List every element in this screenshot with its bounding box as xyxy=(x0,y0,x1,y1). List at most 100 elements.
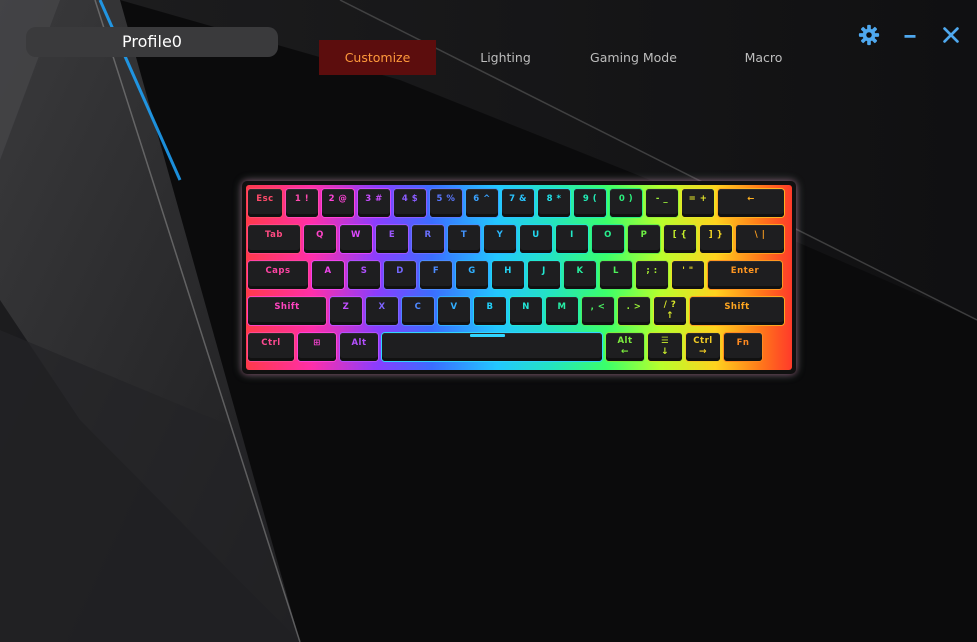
key-label: W xyxy=(351,230,361,240)
key-b[interactable]: B xyxy=(474,297,506,325)
gear-icon xyxy=(858,24,880,46)
key-m[interactable]: M xyxy=(546,297,578,325)
key-w[interactable]: W xyxy=(340,225,372,253)
key-sublabel: ↓ xyxy=(660,347,670,357)
key-p[interactable]: P xyxy=(628,225,660,253)
key-label: B xyxy=(486,302,494,312)
key-lbracket[interactable]: [ { xyxy=(664,225,696,253)
key-y[interactable]: Y xyxy=(484,225,516,253)
key-t[interactable]: T xyxy=(448,225,480,253)
key-5[interactable]: 5 % xyxy=(430,189,462,217)
key-label: / ? xyxy=(663,300,677,310)
tab-lighting[interactable]: Lighting xyxy=(447,40,564,75)
key-q[interactable]: Q xyxy=(304,225,336,253)
key-o[interactable]: O xyxy=(592,225,624,253)
key-label: E xyxy=(388,230,396,240)
key-equal[interactable]: = + xyxy=(682,189,714,217)
key-label: Shift xyxy=(724,302,750,312)
key-label: U xyxy=(532,230,540,240)
key-enter[interactable]: Enter xyxy=(708,261,782,289)
key-label: Caps xyxy=(265,266,291,276)
key-label: 1 ! xyxy=(294,194,310,204)
key-3[interactable]: 3 # xyxy=(358,189,390,217)
key-lshift[interactable]: Shift xyxy=(248,297,326,325)
key-h[interactable]: H xyxy=(492,261,524,289)
key-period[interactable]: . > xyxy=(618,297,650,325)
key-f[interactable]: F xyxy=(420,261,452,289)
tab-macro[interactable]: Macro xyxy=(705,40,822,75)
settings-button[interactable] xyxy=(857,24,881,48)
key-z[interactable]: Z xyxy=(330,297,362,325)
profile-selector[interactable]: Profile0 xyxy=(26,27,278,57)
key-space[interactable] xyxy=(382,333,602,361)
key-label: 6 ^ xyxy=(473,194,491,204)
key-n[interactable]: N xyxy=(510,297,542,325)
key-lalt[interactable]: Alt xyxy=(340,333,378,361)
key-r[interactable]: R xyxy=(412,225,444,253)
key-4[interactable]: 4 $ xyxy=(394,189,426,217)
key-label: ☰ xyxy=(660,336,670,346)
key-v[interactable]: V xyxy=(438,297,470,325)
key-label: O xyxy=(604,230,612,240)
key-l[interactable]: L xyxy=(600,261,632,289)
key-backspace[interactable]: ← xyxy=(718,189,784,217)
key-label: 4 $ xyxy=(401,194,419,204)
key-2[interactable]: 2 @ xyxy=(322,189,354,217)
key-d[interactable]: D xyxy=(384,261,416,289)
key-label: R xyxy=(424,230,432,240)
key-1[interactable]: 1 ! xyxy=(286,189,318,217)
key-ralt[interactable]: Alt ← xyxy=(606,333,644,361)
tab-customize[interactable]: Customize xyxy=(319,40,436,75)
key-quote[interactable]: ' " xyxy=(672,261,704,289)
key-caps[interactable]: Caps xyxy=(248,261,308,289)
key-label: M xyxy=(557,302,567,312)
key-backslash[interactable]: \ | xyxy=(736,225,784,253)
key-label: Z xyxy=(342,302,350,312)
key-tab[interactable]: Tab xyxy=(248,225,300,253)
key-label: F xyxy=(432,266,440,276)
tab-gaming-mode[interactable]: Gaming Mode xyxy=(575,40,692,75)
key-label: Tab xyxy=(264,230,284,240)
key-i[interactable]: I xyxy=(556,225,588,253)
key-menu[interactable]: ☰ ↓ xyxy=(648,333,682,361)
key-label: [ { xyxy=(672,230,688,240)
key-x[interactable]: X xyxy=(366,297,398,325)
key-c[interactable]: C xyxy=(402,297,434,325)
key-rbracket[interactable]: ] } xyxy=(700,225,732,253)
close-button[interactable] xyxy=(939,24,963,48)
key-win[interactable]: ⊞ xyxy=(298,333,336,361)
key-label: ; : xyxy=(646,266,658,276)
key-7[interactable]: 7 & xyxy=(502,189,534,217)
key-comma[interactable]: , < xyxy=(582,297,614,325)
key-sublabel: ← xyxy=(620,347,630,357)
key-label: C xyxy=(414,302,422,312)
key-6[interactable]: 6 ^ xyxy=(466,189,498,217)
key-slash[interactable]: / ? ↑ xyxy=(654,297,686,325)
key-a[interactable]: A xyxy=(312,261,344,289)
key-9[interactable]: 9 ( xyxy=(574,189,606,217)
key-label: D xyxy=(396,266,404,276)
key-fn[interactable]: Fn xyxy=(724,333,762,361)
key-0[interactable]: 0 ) xyxy=(610,189,642,217)
key-g[interactable]: G xyxy=(456,261,488,289)
key-label: G xyxy=(468,266,476,276)
key-s[interactable]: S xyxy=(348,261,380,289)
key-j[interactable]: J xyxy=(528,261,560,289)
key-8[interactable]: 8 * xyxy=(538,189,570,217)
key-semicolon[interactable]: ; : xyxy=(636,261,668,289)
key-lctrl[interactable]: Ctrl xyxy=(248,333,294,361)
minimize-button[interactable] xyxy=(898,24,922,48)
minimize-icon xyxy=(904,35,916,38)
key-rctrl[interactable]: Ctrl → xyxy=(686,333,720,361)
key-minus[interactable]: - _ xyxy=(646,189,678,217)
key-e[interactable]: E xyxy=(376,225,408,253)
key-esc[interactable]: Esc xyxy=(248,189,282,217)
key-label: = + xyxy=(688,194,708,204)
key-rshift[interactable]: Shift xyxy=(690,297,784,325)
key-label: Esc xyxy=(256,194,274,204)
key-u[interactable]: U xyxy=(520,225,552,253)
key-k[interactable]: K xyxy=(564,261,596,289)
key-label: V xyxy=(450,302,458,312)
key-label: X xyxy=(378,302,386,312)
key-label: 3 # xyxy=(365,194,383,204)
